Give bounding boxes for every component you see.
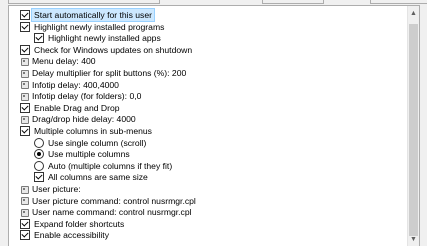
setting-value-icon [20, 80, 29, 90]
vertical-scrollbar[interactable]: ▲ ▼ [407, 6, 419, 246]
setting-value-icon [20, 185, 29, 194]
option-row[interactable]: Highlight newly installed programs [20, 21, 164, 33]
option-checkbox[interactable] [20, 21, 30, 32]
option-checkbox[interactable] [34, 33, 44, 44]
option-label: Check for Windows updates on shutdown [34, 44, 193, 55]
option-row[interactable]: Expand folder shortcuts [20, 218, 124, 230]
option-row[interactable]: User picture: [20, 183, 81, 195]
option-label: Start automatically for this user [31, 8, 155, 22]
option-row[interactable]: Use multiple columns [34, 148, 130, 160]
option-row[interactable]: Auto (multiple columns if they fit) [34, 160, 172, 172]
tab-right[interactable] [370, 0, 427, 4]
setting-value-icon [20, 57, 29, 66]
option-row[interactable]: Drag/drop hide delay: 4000 [20, 113, 136, 125]
option-label: Delay multiplier for split buttons (%): … [32, 68, 187, 78]
option-row[interactable]: Delay multiplier for split buttons (%): … [20, 67, 186, 79]
option-label: Auto (multiple columns if they fit) [48, 160, 173, 171]
option-label: Use multiple columns [48, 149, 130, 160]
option-label: User picture: [32, 184, 81, 194]
scroll-up-icon[interactable]: ▲ [408, 8, 419, 19]
option-row[interactable]: All columns are same size [34, 171, 148, 183]
option-label: Infotip delay: 400,4000 [32, 79, 119, 90]
option-label: Multiple columns in sub-menus [34, 126, 152, 136]
option-row[interactable]: Infotip delay: 400,4000 [20, 79, 119, 91]
option-label: User picture command: control nusrmgr.cp… [32, 195, 196, 206]
option-label: Drag/drop hide delay: 4000 [32, 114, 136, 125]
option-row[interactable]: Multiple columns in sub-menus [20, 125, 152, 137]
option-label: Highlight newly installed programs [34, 21, 165, 32]
setting-value-icon [20, 69, 29, 78]
tab-middle[interactable] [262, 0, 324, 4]
option-label: Highlight newly installed apps [48, 33, 161, 44]
option-row[interactable]: Start automatically for this user [20, 8, 155, 22]
option-radio[interactable] [34, 149, 44, 160]
scrollbar-thumb[interactable] [409, 24, 418, 236]
option-row[interactable]: User name command: control nusrmgr.cpl [20, 206, 192, 218]
option-checkbox[interactable] [20, 10, 30, 20]
settings-panel: Start automatically for this user Highlig… [8, 5, 420, 246]
option-row[interactable]: User picture command: control nusrmgr.cp… [20, 195, 196, 207]
option-label: Use single column (scroll) [48, 137, 147, 148]
option-row[interactable]: Use single column (scroll) [34, 137, 146, 149]
setting-value-icon [20, 92, 29, 101]
option-row[interactable]: Menu delay: 400 [20, 55, 96, 67]
option-checkbox[interactable] [20, 44, 30, 55]
option-label: Enable Drag and Drop [34, 102, 120, 113]
tab-left[interactable] [8, 0, 160, 4]
option-radio[interactable] [34, 137, 44, 148]
option-checkbox[interactable] [34, 172, 44, 183]
option-label: All columns are same size [48, 172, 148, 183]
option-checkbox[interactable] [20, 102, 30, 113]
option-row[interactable]: Highlight newly installed apps [34, 32, 161, 44]
option-checkbox[interactable] [20, 230, 30, 241]
option-checkbox[interactable] [20, 218, 30, 229]
option-label: User name command: control nusrmgr.cpl [32, 207, 192, 218]
setting-value-icon [20, 196, 29, 206]
setting-value-icon [20, 208, 29, 217]
setting-value-icon [20, 115, 29, 124]
option-label: Infotip delay (for folders): 0,0 [32, 91, 142, 102]
option-checkbox[interactable] [20, 126, 30, 136]
option-radio[interactable] [34, 160, 44, 171]
option-label: Menu delay: 400 [32, 56, 96, 67]
option-label: Expand folder shortcuts [34, 218, 125, 229]
option-row[interactable]: Enable Drag and Drop [20, 102, 120, 114]
option-row[interactable]: Infotip delay (for folders): 0,0 [20, 90, 141, 102]
option-row[interactable]: Check for Windows updates on shutdown [20, 44, 192, 56]
